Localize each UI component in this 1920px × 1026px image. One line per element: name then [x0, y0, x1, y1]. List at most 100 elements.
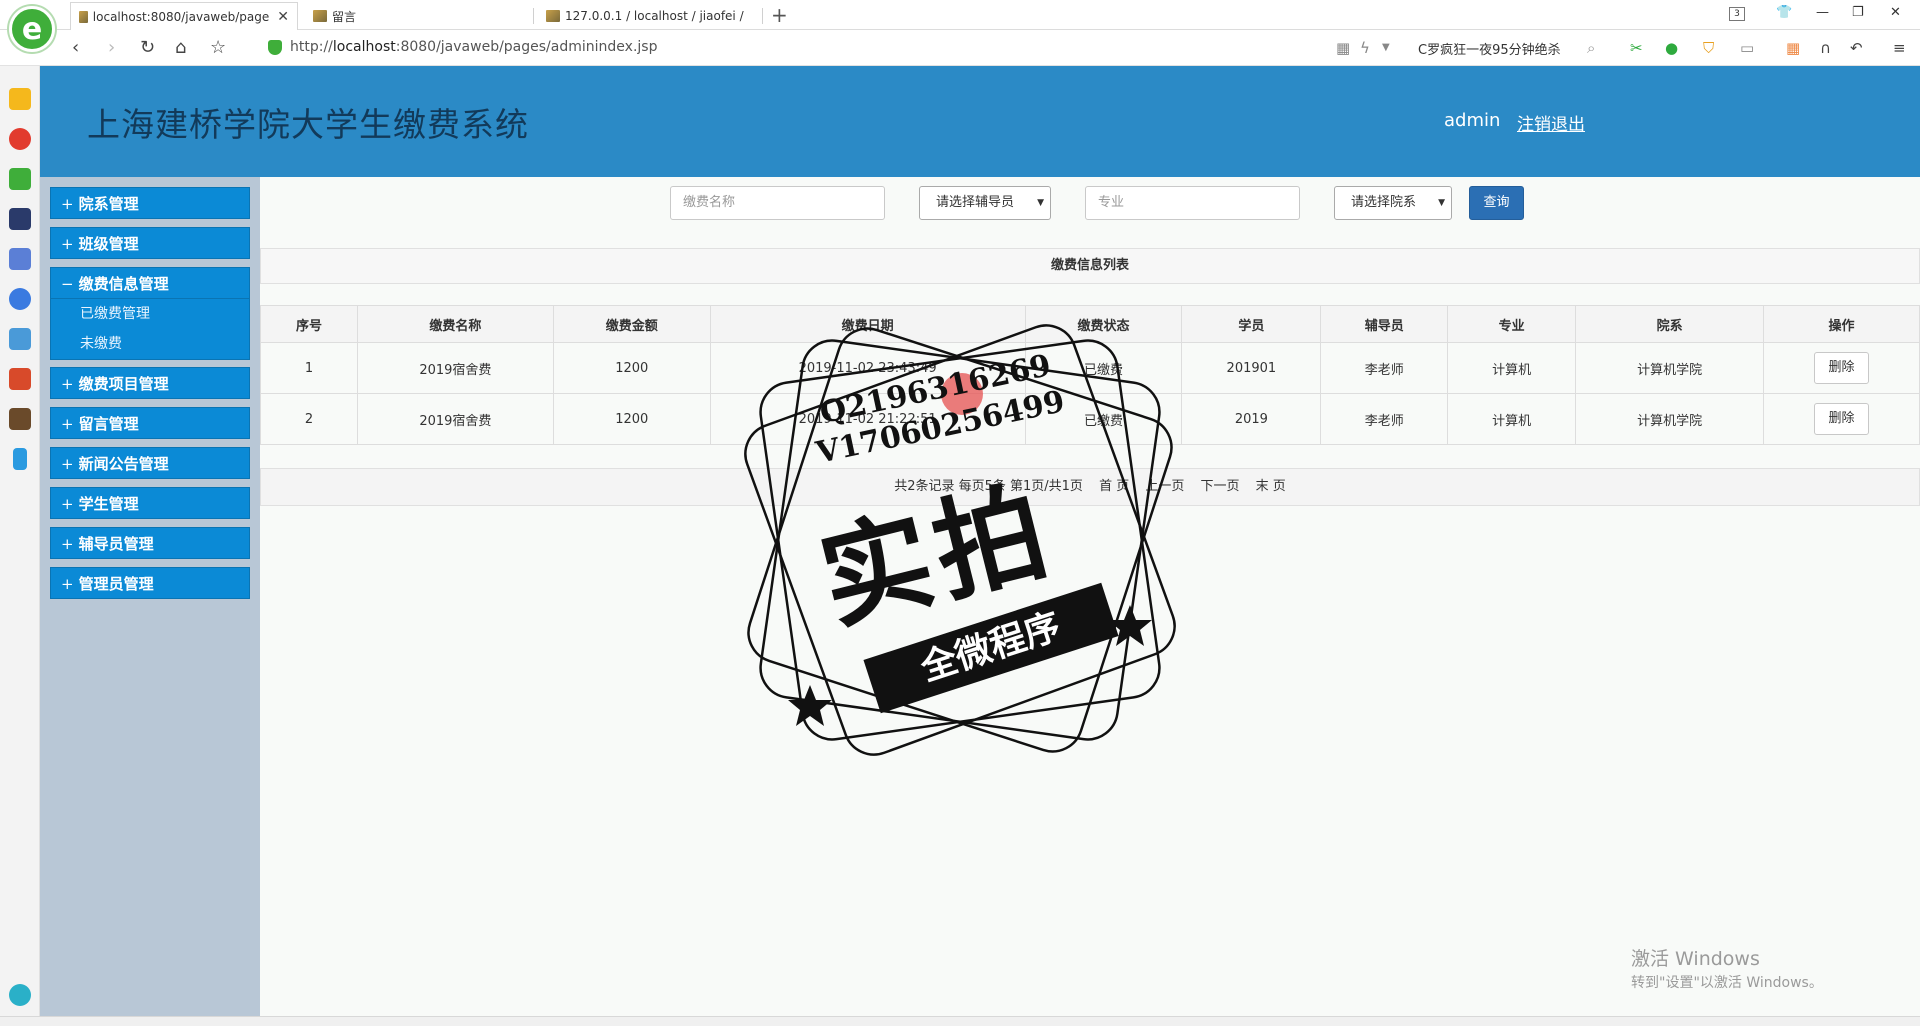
payment-info-submenu: 已缴费管理 未缴费 — [50, 299, 250, 360]
chat-icon[interactable] — [9, 288, 31, 310]
browser-status-bar — [0, 1016, 1920, 1026]
image-icon[interactable]: ▭ — [1740, 39, 1754, 57]
menu-item-messages[interactable]: + 留言管理 — [50, 407, 250, 439]
game-icon[interactable] — [9, 368, 31, 390]
reload-icon[interactable]: ↻ — [140, 37, 155, 58]
news-app-icon[interactable] — [9, 208, 31, 230]
cell-index: 1 — [260, 342, 358, 394]
apps-grid-icon[interactable]: ▦ — [1786, 39, 1800, 57]
menu-group-counselors: + 辅导员管理 — [50, 527, 250, 559]
cell-amount: 1200 — [552, 393, 711, 445]
scissors-icon[interactable]: ✂ — [1630, 39, 1643, 57]
browser-sidebar — [0, 66, 40, 1016]
payment-name-input[interactable]: 缴费名称 — [670, 186, 885, 220]
shirt-icon[interactable]: 👕 — [1776, 5, 1792, 20]
menu-item-admins[interactable]: + 管理员管理 — [50, 567, 250, 599]
browser-logo-icon[interactable]: e — [9, 6, 55, 52]
delete-button[interactable]: 删除 — [1814, 403, 1869, 435]
chevron-down-icon[interactable]: ▼ — [1382, 42, 1390, 53]
activate-windows-title: 激活 Windows — [1631, 948, 1760, 970]
last-page-link[interactable]: 末 页 — [1256, 479, 1286, 494]
tab-count-badge[interactable]: 3 — [1729, 7, 1745, 21]
cell-major: 计算机 — [1447, 393, 1577, 445]
major-input[interactable]: 专业 — [1085, 186, 1300, 220]
home-icon[interactable]: ⌂ — [175, 37, 186, 58]
current-user: admin — [1444, 110, 1501, 131]
tab-label: 127.0.0.1 / localhost / jiaofei / — [565, 9, 744, 23]
headphones-icon[interactable]: ∩ — [1820, 39, 1831, 57]
prev-page-link[interactable]: 上一页 — [1145, 479, 1184, 494]
menu-icon[interactable]: ≡ — [1893, 39, 1906, 57]
close-tab-icon[interactable]: ✕ — [277, 9, 289, 25]
cell-department: 计算机学院 — [1575, 393, 1764, 445]
menu-group-admins: + 管理员管理 — [50, 567, 250, 599]
shield-icon[interactable]: ⛉ — [1703, 39, 1714, 57]
column-header: 缴费日期 — [709, 305, 1026, 343]
browser-tab-bar: localhost:8080/javaweb/page ✕ 留言 127.0.0… — [0, 0, 1920, 30]
menu-group-students: + 学生管理 — [50, 487, 250, 519]
dropdown-arrow-icon: ▼ — [1438, 198, 1445, 208]
submenu-item-unpaid[interactable]: 未缴费 — [51, 329, 249, 359]
column-header: 院系 — [1575, 305, 1764, 343]
back-icon[interactable]: ‹ — [72, 37, 79, 58]
undo-icon[interactable]: ↶ — [1850, 39, 1863, 57]
tab-adminindex[interactable]: localhost:8080/javaweb/page ✕ — [70, 2, 298, 30]
delete-button[interactable]: 删除 — [1814, 352, 1869, 384]
mail-icon[interactable] — [9, 168, 31, 190]
tab-message[interactable]: 留言 — [305, 2, 525, 30]
game-icon[interactable] — [9, 328, 31, 350]
search-suggestion[interactable]: C罗疯狂一夜95分钟绝杀 — [1418, 39, 1561, 58]
menu-item-news[interactable]: + 新闻公告管理 — [50, 447, 250, 479]
page-favicon-icon — [79, 10, 88, 23]
cell-counselor: 李老师 — [1320, 342, 1449, 394]
game-icon[interactable] — [9, 408, 31, 430]
forward-icon[interactable]: › — [108, 37, 115, 58]
tab-label: 留言 — [332, 9, 357, 24]
query-button[interactable]: 查询 — [1469, 186, 1524, 220]
lightning-icon[interactable]: ϟ — [1360, 39, 1370, 57]
close-window-icon[interactable]: ✕ — [1890, 5, 1901, 20]
weibo-icon[interactable] — [9, 128, 31, 150]
column-header: 操作 — [1763, 305, 1920, 343]
notes-icon[interactable] — [9, 248, 31, 270]
tab-phpmyadmin[interactable]: 127.0.0.1 / localhost / jiaofei / — [538, 2, 758, 30]
column-header: 专业 — [1447, 305, 1577, 343]
column-header: 学员 — [1181, 305, 1322, 343]
menu-group-payment-info: − 缴费信息管理 已缴费管理 未缴费 — [50, 267, 250, 360]
department-select[interactable]: 请选择院系 ▼ — [1334, 186, 1452, 220]
column-header: 缴费名称 — [356, 305, 554, 343]
url-host: localhost — [332, 39, 396, 55]
menu-item-students[interactable]: + 学生管理 — [50, 487, 250, 519]
next-page-link[interactable]: 下一页 — [1201, 479, 1240, 494]
bookmark-star-icon[interactable]: ☆ — [210, 37, 226, 58]
minimize-icon[interactable]: — — [1816, 5, 1829, 20]
new-tab-icon[interactable]: + — [771, 3, 788, 27]
cell-major: 计算机 — [1447, 342, 1577, 394]
favorites-star-icon[interactable] — [9, 88, 31, 110]
logout-link[interactable]: 注销退出 — [1517, 110, 1585, 135]
page-title: 上海建桥学院大学生缴费系统 — [87, 105, 529, 144]
counselor-select-value: 请选择辅导员 — [936, 195, 1015, 210]
translate-icon[interactable]: ● — [1665, 39, 1678, 57]
payment-table: 序号 缴费名称 缴费金额 缴费日期 缴费状态 学员 辅导员 专业 院系 操作 1… — [260, 305, 1920, 445]
menu-item-payment-items[interactable]: + 缴费项目管理 — [50, 367, 250, 399]
p-app-icon[interactable] — [13, 448, 27, 470]
counselor-select[interactable]: 请选择辅导员 ▼ — [919, 186, 1051, 220]
cell-department: 计算机学院 — [1575, 342, 1764, 394]
network-icon[interactable] — [9, 984, 31, 1006]
submenu-item-paid[interactable]: 已缴费管理 — [51, 299, 249, 329]
restore-icon[interactable]: ❐ — [1852, 5, 1864, 20]
menu-item-counselors[interactable]: + 辅导员管理 — [50, 527, 250, 559]
column-header: 缴费金额 — [552, 305, 711, 343]
cell-index: 2 — [260, 393, 358, 445]
search-icon[interactable]: ⌕ — [1587, 39, 1595, 57]
qr-code-icon[interactable]: ▦ — [1336, 39, 1350, 57]
table-header-row: 序号 缴费名称 缴费金额 缴费日期 缴费状态 学员 辅导员 专业 院系 操作 — [260, 305, 1920, 343]
url-field[interactable]: http://localhost:8080/javaweb/pages/admi… — [268, 39, 657, 55]
menu-item-payment-info[interactable]: − 缴费信息管理 — [50, 267, 250, 299]
tab-divider — [762, 8, 763, 24]
menu-item-classes[interactable]: + 班级管理 — [50, 227, 250, 259]
first-page-link[interactable]: 首 页 — [1099, 479, 1129, 494]
menu-item-departments[interactable]: + 院系管理 — [50, 187, 250, 219]
menu-group-classes: + 班级管理 — [50, 227, 250, 259]
